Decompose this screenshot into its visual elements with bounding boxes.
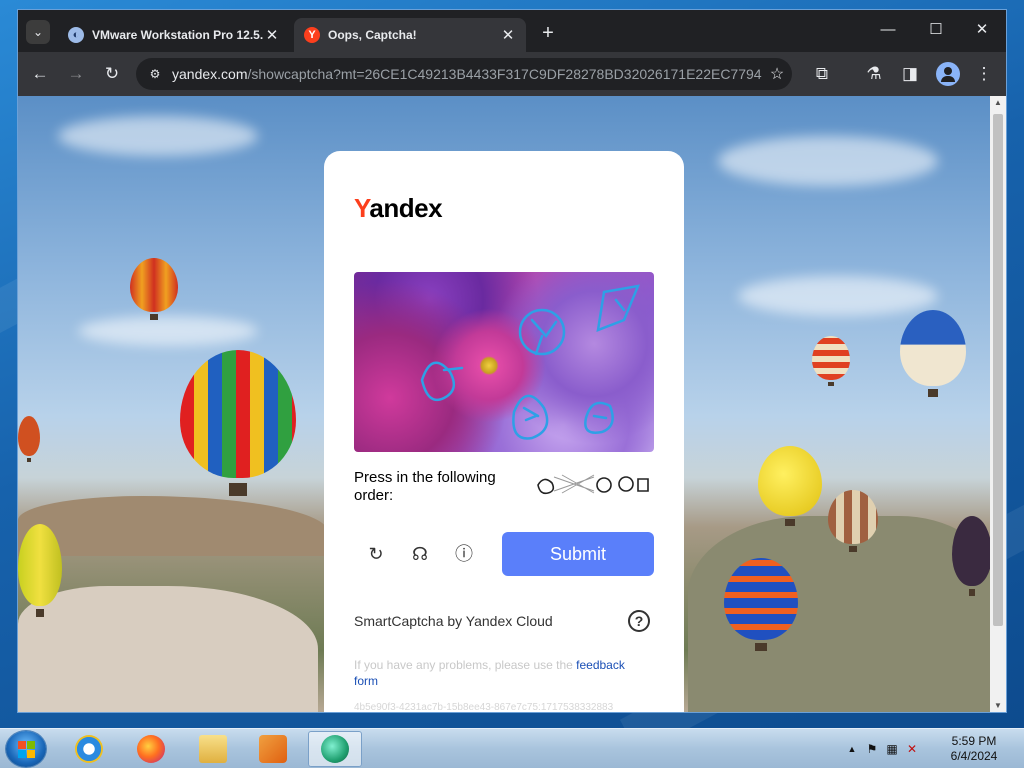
captcha-figure-5 (584, 401, 614, 434)
hint-figure-4 (637, 478, 649, 492)
captcha-image[interactable] (354, 272, 654, 452)
app-icon (321, 735, 349, 763)
request-id: 4b5e90f3-4231ac7b-15b8ee43-867e7c75:1717… (354, 702, 614, 712)
yandex-icon: Y (304, 27, 320, 43)
balloon (828, 490, 878, 552)
side-panel-icon[interactable]: ◨ (898, 62, 922, 86)
page-viewport: Yandex Press in the following order: ↻ ☊… (18, 96, 990, 712)
back-button[interactable]: ← (28, 62, 52, 86)
balloon (952, 516, 990, 596)
cloud (58, 116, 258, 156)
firefox-icon (137, 735, 165, 763)
captcha-figure-1 (420, 361, 464, 402)
vmware-icon: ◐ (68, 27, 84, 43)
tab-search-button[interactable]: ⌄ (26, 20, 50, 44)
forward-button[interactable]: → (64, 62, 88, 86)
balloon (758, 446, 822, 526)
tab-title: VMware Workstation Pro 12.5. (92, 28, 264, 42)
windows-logo (18, 741, 26, 749)
clock[interactable]: 5:59 PM 6/4/2024 (934, 734, 1014, 764)
taskbar-firefox[interactable] (124, 731, 178, 767)
browser-window: ⌄ ◐ VMware Workstation Pro 12.5. ✕ Y Oop… (18, 10, 1006, 712)
site-settings-icon[interactable]: ⚙ (146, 67, 164, 81)
taskbar-ie[interactable] (62, 731, 116, 767)
address-bar[interactable]: ⚙ yandex.com /showcaptcha?mt=26CE1C49213… (136, 58, 792, 90)
volume-muted-icon[interactable]: ✕ (904, 741, 920, 757)
headphones-icon[interactable]: ☊ (407, 541, 433, 567)
vertical-scrollbar[interactable]: ▲ ▼ (990, 96, 1006, 712)
balloon (180, 350, 296, 496)
balloon (18, 416, 40, 462)
help-icon[interactable]: ? (628, 610, 650, 632)
cloud (718, 136, 938, 186)
url-path: /showcaptcha?mt=26CE1C49213B4433F317C9DF… (247, 66, 762, 82)
profile-avatar[interactable] (936, 62, 960, 86)
balloon (900, 310, 966, 397)
scroll-down-icon[interactable]: ▼ (990, 701, 1006, 710)
captcha-order-hint (537, 474, 649, 495)
close-tab-icon[interactable]: ✕ (264, 26, 280, 44)
start-button[interactable] (6, 731, 46, 767)
minimize-button[interactable]: — (870, 18, 906, 42)
hillside (18, 496, 328, 556)
balloon (130, 258, 178, 320)
balloon (724, 558, 798, 652)
problem-text: If you have any problems, please use the… (354, 658, 625, 688)
yandex-logo: Yandex (354, 193, 443, 223)
tab-vmware[interactable]: ◐ VMware Workstation Pro 12.5. ✕ (58, 18, 290, 52)
captcha-figure-3 (596, 284, 641, 332)
captcha-image-figures (420, 284, 641, 440)
captcha-instruction: Press in the following order: (354, 469, 496, 504)
clock-date: 6/4/2024 (950, 749, 998, 763)
system-tray: ▲ ⚑ ▦ ✕ 5:59 PM 6/4/2024 (842, 729, 1024, 768)
info-icon[interactable]: ⓘ (451, 541, 477, 567)
scroll-thumb[interactable] (993, 114, 1003, 626)
tab-captcha[interactable]: Y Oops, Captcha! ✕ (294, 18, 526, 52)
hint-figure-2 (596, 477, 612, 493)
maximize-button[interactable]: ☐ (918, 18, 954, 42)
network-icon[interactable]: ▦ (884, 741, 900, 757)
show-hidden-icons-icon[interactable]: ▲ (844, 741, 860, 757)
submit-button[interactable]: Submit (502, 532, 654, 576)
rock-formations (18, 586, 318, 712)
new-tab-button[interactable]: + (536, 22, 560, 46)
taskbar-explorer[interactable] (186, 731, 240, 767)
cloud (738, 276, 938, 316)
url-domain: yandex.com (172, 66, 248, 82)
labs-flask-icon[interactable]: ⚗ (862, 62, 886, 86)
close-window-button[interactable]: ✕ (964, 18, 1000, 42)
scroll-up-icon[interactable]: ▲ (990, 98, 1006, 107)
extensions-icon[interactable]: ⧉ (810, 62, 834, 86)
tab-title: Oops, Captcha! (328, 28, 417, 42)
taskbar-media-player[interactable] (246, 731, 300, 767)
close-tab-icon[interactable]: ✕ (500, 26, 516, 44)
hint-figure-1 (537, 478, 555, 495)
balloon (812, 336, 850, 387)
tab-bar: ⌄ ◐ VMware Workstation Pro 12.5. ✕ Y Oop… (18, 10, 1006, 52)
refresh-icon[interactable]: ↻ (363, 541, 389, 567)
flag-icon[interactable]: ⚑ (864, 741, 880, 757)
explorer-icon (199, 735, 227, 763)
captcha-card: Yandex Press in the following order: ↻ ☊… (324, 151, 684, 712)
hint-figure-3 (618, 476, 634, 492)
menu-kebab-icon[interactable]: ⋮ (972, 62, 996, 86)
clock-time: 5:59 PM (951, 734, 997, 748)
browser-toolbar: ← → ↻ ⚙ yandex.com /showcaptcha?mt=26CE1… (18, 52, 1006, 96)
cloud (78, 316, 258, 346)
smartcaptcha-brand: SmartCaptcha by Yandex Cloud (354, 613, 553, 629)
media-player-icon (259, 735, 287, 763)
ie-icon (75, 735, 103, 763)
bookmark-star-icon[interactable]: ☆ (762, 64, 792, 84)
balloon (18, 524, 62, 618)
captcha-figure-4 (512, 394, 549, 440)
reload-button[interactable]: ↻ (100, 62, 124, 86)
taskbar-app-active[interactable] (308, 731, 362, 767)
taskbar: ▲ ⚑ ▦ ✕ 5:59 PM 6/4/2024 (0, 728, 1024, 768)
